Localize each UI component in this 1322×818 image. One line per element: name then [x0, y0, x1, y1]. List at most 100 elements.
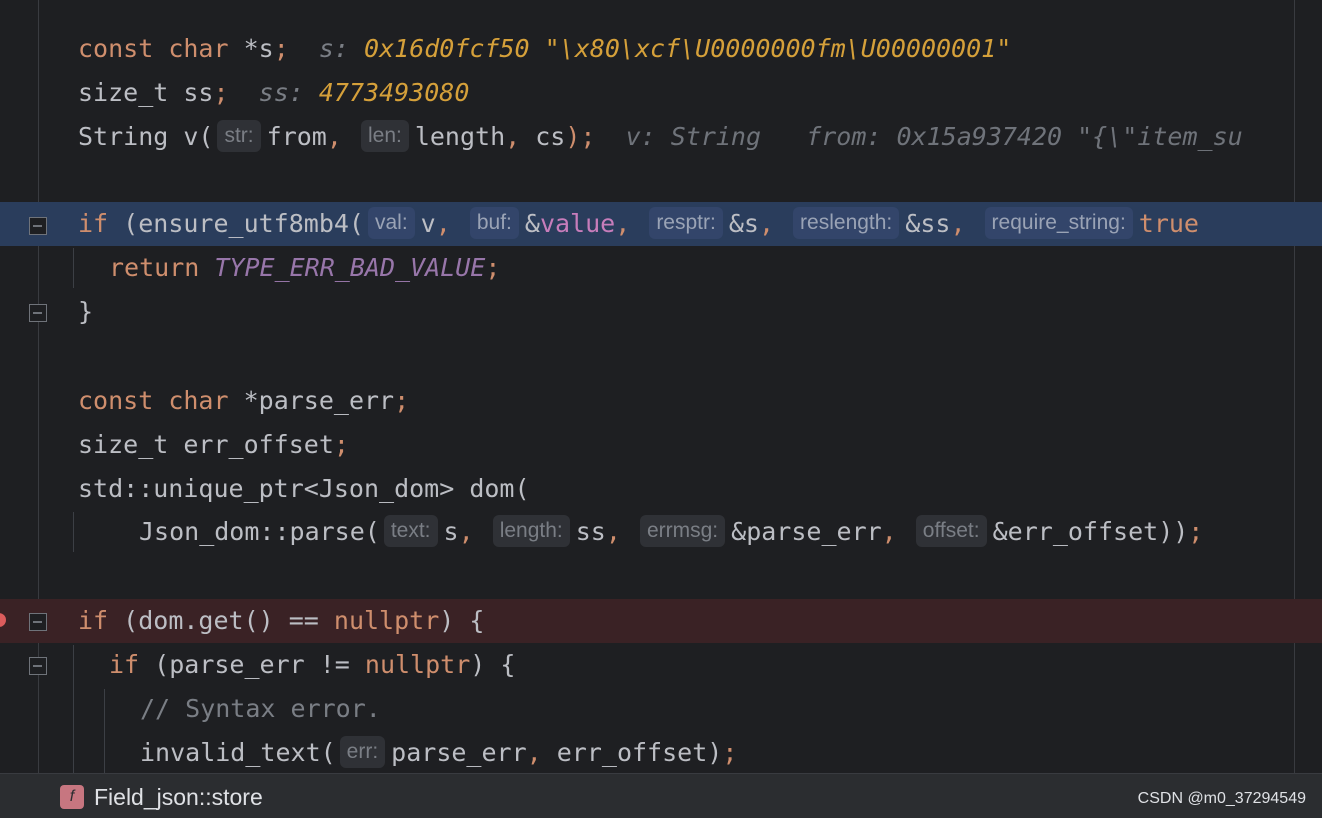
param-hint: errmsg: — [639, 515, 726, 547]
debug-inline-name: s: — [318, 34, 349, 63]
code-text: } — [78, 297, 94, 326]
code-line-9[interactable]: std::unique_ptr<Json_dom> dom( — [0, 467, 1322, 511]
code-text: value — [539, 209, 616, 238]
comma: , — [505, 122, 536, 151]
function-icon: f — [60, 785, 84, 809]
semicolon: ; — [722, 738, 738, 767]
code-text: cs — [535, 122, 566, 151]
comma: , — [458, 517, 489, 546]
debug-inline-value[interactable]: 0x16d0fcf50 "\x80\xcf\U0000000fm\U000000… — [364, 34, 1011, 63]
comma: , — [758, 209, 790, 238]
code-text: length — [414, 122, 506, 151]
param-hint: reslength: — [793, 207, 900, 239]
fold-icon[interactable] — [29, 217, 47, 235]
code-line-2[interactable]: size_t ss; ss: 4773493080 — [0, 71, 1322, 115]
keyword: true — [1138, 209, 1199, 238]
code-text: (ensure_utf8mb4( — [108, 209, 364, 238]
code-text: size_t ss — [78, 78, 214, 107]
breadcrumb-bar: f Field_json::store CSDN @m0_37294549 — [0, 773, 1322, 818]
keyword: if — [78, 209, 109, 238]
code-text: ); — [565, 122, 596, 151]
code-text: err_offset — [556, 738, 708, 767]
debug-inline-value[interactable]: v: String — [626, 122, 761, 151]
fold-icon[interactable] — [29, 304, 47, 322]
code-text: *s — [228, 34, 274, 63]
code-text: )) — [1158, 517, 1189, 546]
code-text: parse_err — [391, 738, 527, 767]
code-line-1[interactable]: const char *s; s: 0x16d0fcf50 "\x80\xcf\… — [0, 27, 1322, 71]
keyword: return — [109, 253, 200, 282]
fold-icon[interactable] — [29, 613, 47, 631]
param-hint: offset: — [915, 515, 987, 547]
comma: , — [615, 209, 646, 238]
code-text: s — [443, 517, 459, 546]
param-hint: buf: — [469, 207, 519, 239]
code-line-current-execution[interactable]: if (ensure_utf8mb4(val: v, buf: &value, re… — [0, 202, 1322, 246]
comma: , — [881, 517, 912, 546]
keyword: nullptr — [333, 606, 440, 635]
code-text: (parse_err != — [139, 650, 365, 679]
keyword: const — [78, 386, 154, 415]
param-hint: val: — [367, 207, 415, 239]
code-comment: // Syntax error. — [140, 694, 381, 723]
keyword: const — [78, 34, 154, 63]
code-text: &ss — [905, 209, 951, 238]
param-hint: resptr: — [649, 207, 723, 239]
code-line-10[interactable]: Json_dom::parse(text: s, length: ss, errms… — [0, 510, 1322, 554]
param-hint: require_string: — [984, 207, 1133, 239]
code-line-5[interactable]: return TYPE_ERR_BAD_VALUE; — [0, 246, 1322, 290]
code-text: (dom.get() == — [108, 606, 334, 635]
comma: , — [435, 209, 466, 238]
code-text: Json_dom::parse( — [139, 517, 380, 546]
code-text: &parse_err — [731, 517, 882, 546]
code-line-3[interactable]: String v(str: from, len: length, cs); v: S… — [0, 115, 1322, 159]
comma: , — [950, 209, 981, 238]
macro-constant: TYPE_ERR_BAD_VALUE — [214, 253, 486, 282]
param-hint: length: — [492, 515, 570, 547]
semicolon: ; — [394, 386, 410, 415]
code-line-8[interactable]: size_t err_offset; — [0, 423, 1322, 467]
code-line-13[interactable]: // Syntax error. — [0, 687, 1322, 731]
param-hint: str: — [217, 120, 261, 152]
code-text: &s — [728, 209, 759, 238]
param-hint: err: — [339, 736, 386, 768]
indent-guide — [73, 248, 74, 288]
keyword: char — [168, 386, 229, 415]
indent-guide — [73, 512, 74, 552]
keyword: nullptr — [364, 650, 471, 679]
code-line-6[interactable]: } — [0, 290, 1322, 334]
code-line-7[interactable]: const char *parse_err; — [0, 379, 1322, 423]
code-text: ) — [707, 738, 723, 767]
keyword: if — [109, 650, 140, 679]
debug-inline-value[interactable]: from: 0x15a937420 "{\"item_su — [806, 122, 1243, 151]
comma: , — [526, 738, 557, 767]
debug-inline-name: ss: — [258, 78, 304, 107]
code-text: v — [420, 209, 436, 238]
fold-icon[interactable] — [29, 657, 47, 675]
param-hint: len: — [360, 120, 409, 152]
breadcrumb-function[interactable]: Field_json::store — [94, 783, 263, 811]
semicolon: ; — [333, 430, 349, 459]
keyword: if — [78, 606, 109, 635]
code-text: ) { — [470, 650, 516, 679]
code-editor[interactable]: const char *s; s: 0x16d0fcf50 "\x80\xcf\… — [0, 0, 1322, 773]
code-text: size_t err_offset — [78, 430, 334, 459]
semicolon: ; — [1188, 517, 1204, 546]
code-text: invalid_text( — [140, 738, 336, 767]
code-line-14[interactable]: invalid_text(err: parse_err, err_offset); — [0, 731, 1322, 773]
code-line-12[interactable]: if (parse_err != nullptr) { — [0, 643, 1322, 687]
comma: , — [605, 517, 636, 546]
comma: , — [326, 122, 357, 151]
code-text: ) { — [439, 606, 485, 635]
code-text: from — [266, 122, 327, 151]
code-text: ss — [575, 517, 606, 546]
debug-inline-value[interactable]: 4773493080 — [319, 78, 470, 107]
code-text: std::unique_ptr<Json_dom> dom( — [78, 474, 530, 503]
code-line-breakpoint[interactable]: if (dom.get() == nullptr) { — [0, 599, 1322, 643]
semicolon: ; — [273, 34, 289, 63]
semicolon: ; — [485, 253, 501, 282]
code-text: &err_offset — [992, 517, 1159, 546]
param-hint: text: — [383, 515, 438, 547]
code-text: String v( — [78, 122, 214, 151]
semicolon: ; — [213, 78, 229, 107]
